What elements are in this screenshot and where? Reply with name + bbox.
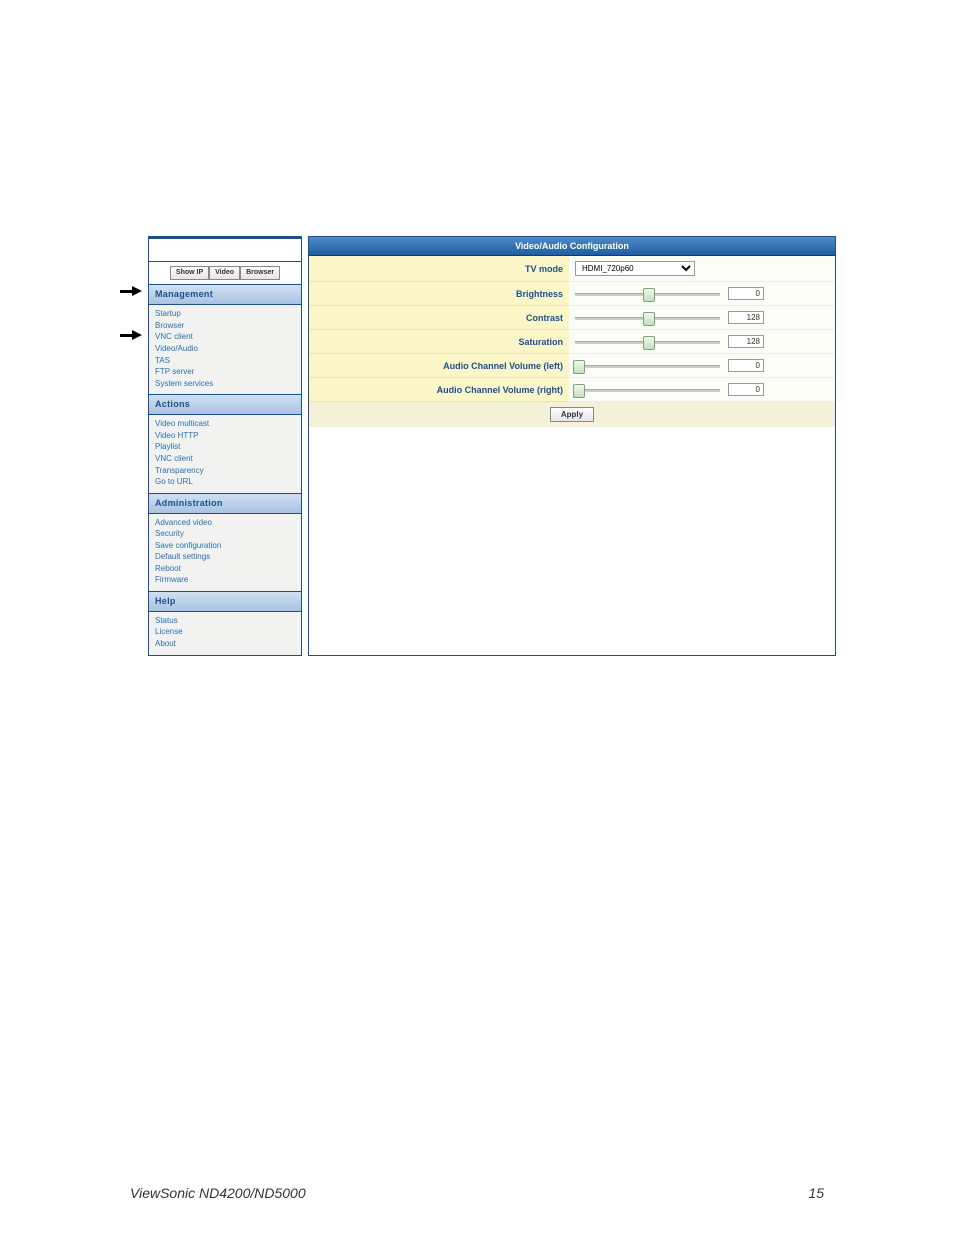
- footer-page-number: 15: [808, 1185, 824, 1201]
- nav-item-startup[interactable]: Startup: [155, 308, 295, 320]
- nav-item-vnc-client[interactable]: VNC client: [155, 331, 295, 343]
- config-table: TV mode HDMI_720p60 Brightness: [309, 256, 835, 427]
- slider-brightness[interactable]: [575, 288, 720, 300]
- label-audio-right: Audio Channel Volume (right): [309, 378, 569, 402]
- nav-item-go-to-url[interactable]: Go to URL: [155, 476, 295, 488]
- section-header-help: Help: [149, 591, 301, 612]
- page-footer: ViewSonic ND4200/ND5000 15: [130, 1185, 824, 1201]
- nav-item-advanced-video[interactable]: Advanced video: [155, 517, 295, 529]
- nav-item-video-audio[interactable]: Video/Audio: [155, 343, 295, 355]
- value-audio-right[interactable]: 0: [728, 383, 764, 396]
- value-audio-left[interactable]: 0: [728, 359, 764, 372]
- nav-item-video-http[interactable]: Video HTTP: [155, 430, 295, 442]
- tab-row: Show IP Video Browser: [149, 262, 301, 285]
- nav-item-tas[interactable]: TAS: [155, 355, 295, 367]
- value-brightness[interactable]: 0: [728, 287, 764, 300]
- sidebar-spacer: [149, 239, 301, 262]
- nav-item-license[interactable]: License: [155, 626, 295, 638]
- nav-item-default-settings[interactable]: Default settings: [155, 551, 295, 563]
- apply-button[interactable]: Apply: [550, 407, 594, 422]
- label-audio-left: Audio Channel Volume (left): [309, 354, 569, 378]
- nav-list-actions: Video multicast Video HTTP Playlist VNC …: [149, 415, 301, 493]
- label-saturation: Saturation: [309, 330, 569, 354]
- tab-show-ip[interactable]: Show IP: [170, 266, 209, 280]
- config-screenshot: Show IP Video Browser Management Startup…: [148, 236, 836, 656]
- slider-audio-left[interactable]: [575, 360, 720, 372]
- select-tv-mode[interactable]: HDMI_720p60: [575, 261, 695, 276]
- nav-item-playlist[interactable]: Playlist: [155, 441, 295, 453]
- label-tv-mode: TV mode: [309, 256, 569, 282]
- nav-item-video-multicast[interactable]: Video multicast: [155, 418, 295, 430]
- nav-item-firmware[interactable]: Firmware: [155, 574, 295, 586]
- nav-item-about[interactable]: About: [155, 638, 295, 650]
- slider-audio-right[interactable]: [575, 384, 720, 396]
- value-contrast[interactable]: 128: [728, 311, 764, 324]
- slider-contrast[interactable]: [575, 312, 720, 324]
- nav-item-ftp-server[interactable]: FTP server: [155, 366, 295, 378]
- arrow-indicator-video-audio: [132, 330, 142, 340]
- nav-list-administration: Advanced video Security Save configurati…: [149, 514, 301, 592]
- nav-item-reboot[interactable]: Reboot: [155, 563, 295, 575]
- nav-item-save-configuration[interactable]: Save configuration: [155, 540, 295, 552]
- label-contrast: Contrast: [309, 306, 569, 330]
- document-page: Show IP Video Browser Management Startup…: [0, 0, 954, 1235]
- config-panel: Video/Audio Configuration TV mode HDMI_7…: [308, 236, 836, 656]
- arrow-indicator-management: [132, 286, 142, 296]
- nav-item-status[interactable]: Status: [155, 615, 295, 627]
- section-header-actions: Actions: [149, 394, 301, 415]
- nav-list-help: Status License About: [149, 612, 301, 655]
- panel-title: Video/Audio Configuration: [309, 237, 835, 256]
- nav-item-vnc-client-action[interactable]: VNC client: [155, 453, 295, 465]
- tab-browser[interactable]: Browser: [240, 266, 280, 280]
- nav-list-management: Startup Browser VNC client Video/Audio T…: [149, 305, 301, 394]
- nav-item-system-services[interactable]: System services: [155, 378, 295, 390]
- sidebar: Show IP Video Browser Management Startup…: [148, 236, 302, 656]
- nav-item-browser[interactable]: Browser: [155, 320, 295, 332]
- tab-video[interactable]: Video: [209, 266, 240, 280]
- nav-item-security[interactable]: Security: [155, 528, 295, 540]
- label-brightness: Brightness: [309, 282, 569, 306]
- section-header-administration: Administration: [149, 493, 301, 514]
- nav-item-transparency[interactable]: Transparency: [155, 465, 295, 477]
- footer-product: ViewSonic ND4200/ND5000: [130, 1185, 306, 1201]
- section-header-management: Management: [149, 285, 301, 305]
- slider-saturation[interactable]: [575, 336, 720, 348]
- value-saturation[interactable]: 128: [728, 335, 764, 348]
